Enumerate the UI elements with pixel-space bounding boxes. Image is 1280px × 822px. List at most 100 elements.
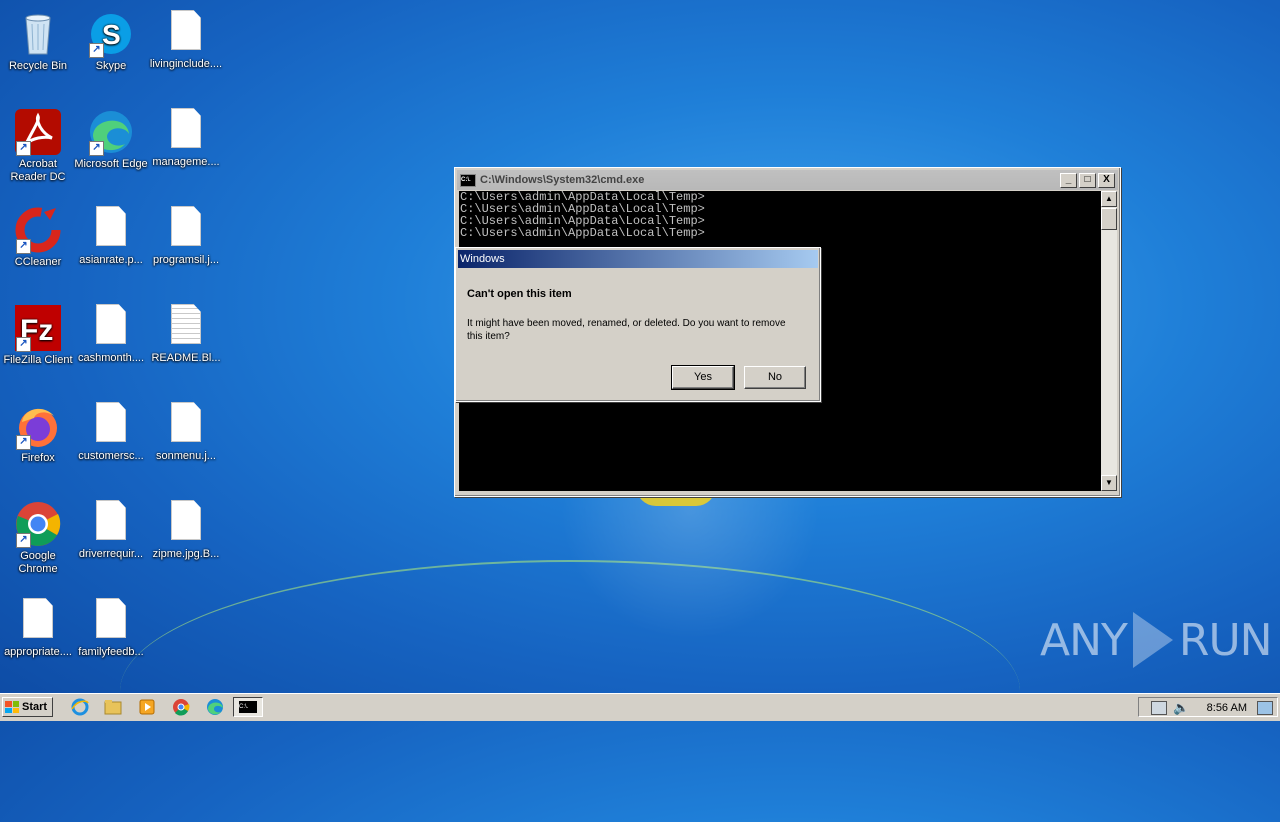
desktop-icon-ccleaner[interactable]: ↗ CCleaner bbox=[0, 202, 76, 294]
acrobat-icon: ↗ bbox=[14, 108, 62, 156]
dialog-heading: Can't open this item bbox=[467, 288, 572, 300]
desktop-icon-label: Skype bbox=[95, 60, 127, 72]
desktop-icon-label: livinginclude.... bbox=[149, 58, 223, 70]
desktop-icon-label: familyfeedb... bbox=[78, 646, 144, 658]
edge-taskbar-icon[interactable] bbox=[206, 698, 224, 716]
desktop-icon-label: Microsoft Edge bbox=[74, 158, 148, 170]
maximize-button[interactable]: □ bbox=[1079, 172, 1096, 188]
cmd-taskbar-icon: C:\. bbox=[239, 701, 257, 713]
desktop-icon-file[interactable]: appropriate.... bbox=[0, 594, 76, 686]
start-button[interactable]: Start bbox=[2, 697, 53, 717]
scroll-up-icon[interactable]: ▲ bbox=[1101, 191, 1117, 207]
file-icon bbox=[171, 108, 201, 148]
minimize-button[interactable]: _ bbox=[1060, 172, 1077, 188]
firefox-icon: ↗ bbox=[14, 402, 62, 450]
edge-icon: ↗ bbox=[87, 108, 135, 156]
network-icon[interactable] bbox=[1151, 701, 1167, 715]
desktop-icon-chrome[interactable]: ↗ Google Chrome bbox=[0, 496, 76, 588]
ccleaner-icon: ↗ bbox=[14, 206, 62, 254]
desktop-icon-label: zipme.jpg.B... bbox=[152, 548, 220, 560]
dialog-message: It might have been moved, renamed, or de… bbox=[467, 318, 786, 342]
shortcut-arrow-icon: ↗ bbox=[89, 43, 104, 58]
desktop-icon-label: CCleaner bbox=[14, 256, 62, 268]
file-icon bbox=[96, 598, 126, 638]
desktop-icon-file[interactable]: cashmonth.... bbox=[73, 300, 149, 392]
desktop-icon-firefox[interactable]: ↗ Firefox bbox=[0, 398, 76, 490]
file-icon bbox=[171, 500, 201, 540]
desktop-icon-label: Firefox bbox=[21, 452, 55, 464]
shortcut-arrow-icon: ↗ bbox=[16, 141, 31, 156]
desktop-icon-file[interactable]: zipme.jpg.B... bbox=[148, 496, 224, 588]
shortcut-arrow-icon: ↗ bbox=[89, 141, 104, 156]
shortcut-arrow-icon: ↗ bbox=[16, 435, 31, 450]
desktop-icon-edge[interactable]: ↗ Microsoft Edge bbox=[73, 104, 149, 196]
clock[interactable]: 8:56 AM bbox=[1207, 698, 1247, 718]
system-tray: 🔈 8:56 AM bbox=[1138, 697, 1278, 717]
desktop-icon-file[interactable]: asianrate.p... bbox=[73, 202, 149, 294]
desktop-icon-file[interactable]: sonmenu.j... bbox=[148, 398, 224, 490]
shortcut-arrow-icon: ↗ bbox=[16, 337, 31, 352]
desktop-icon-file[interactable]: livinginclude.... bbox=[148, 6, 224, 98]
file-icon bbox=[23, 598, 53, 638]
file-icon bbox=[96, 500, 126, 540]
filezilla-icon: Fz ↗ bbox=[14, 304, 62, 352]
desktop-icon-file[interactable]: programsil.j... bbox=[148, 202, 224, 294]
desktop-icon-label: Google Chrome bbox=[18, 550, 58, 575]
desktop-icon-label: Acrobat Reader DC bbox=[10, 158, 66, 183]
skype-icon: S ↗ bbox=[87, 10, 135, 58]
desktop-icon-readme[interactable]: README.Bl... bbox=[148, 300, 224, 392]
desktop-icon-acrobat[interactable]: ↗ Acrobat Reader DC bbox=[0, 104, 76, 196]
file-icon bbox=[96, 206, 126, 246]
media-player-icon[interactable] bbox=[138, 698, 156, 716]
desktop-icon-filezilla[interactable]: Fz ↗ FileZilla Client bbox=[0, 300, 76, 392]
cmd-title: C:\Windows\System32\cmd.exe bbox=[480, 174, 645, 186]
wallpaper-swoosh bbox=[120, 560, 1020, 822]
desktop-icon-label: FileZilla Client bbox=[3, 354, 73, 366]
desktop-icon-label: cashmonth.... bbox=[77, 352, 145, 364]
chrome-icon: ↗ bbox=[14, 500, 62, 548]
file-icon bbox=[171, 402, 201, 442]
watermark-left: ANY bbox=[1040, 614, 1128, 666]
shortcut-arrow-icon: ↗ bbox=[16, 239, 31, 254]
no-button[interactable]: No bbox=[744, 366, 806, 389]
file-icon bbox=[96, 402, 126, 442]
scroll-down-icon[interactable]: ▼ bbox=[1101, 475, 1117, 491]
file-icon bbox=[171, 10, 201, 50]
file-explorer-icon[interactable] bbox=[104, 698, 122, 716]
internet-explorer-icon[interactable] bbox=[71, 698, 89, 716]
dialog-titlebar[interactable]: Windows bbox=[458, 250, 818, 268]
desktop-icon-file[interactable]: driverrequir... bbox=[73, 496, 149, 588]
desktop-icon-label: README.Bl... bbox=[151, 352, 221, 364]
desktop-icon-label: sonmenu.j... bbox=[156, 450, 216, 462]
desktop-icon-label: customersc... bbox=[78, 450, 144, 462]
error-dialog[interactable]: Windows Can't open this item It might ha… bbox=[455, 247, 821, 402]
desktop-icon-skype[interactable]: S ↗ Skype bbox=[73, 6, 149, 98]
desktop-icon-label: manageme.... bbox=[152, 156, 220, 168]
cmd-titlebar[interactable]: C:\. C:\Windows\System32\cmd.exe _ □ X bbox=[457, 170, 1118, 190]
svg-text:S: S bbox=[102, 19, 121, 50]
show-desktop-icon[interactable] bbox=[1257, 701, 1273, 715]
scroll-thumb[interactable] bbox=[1101, 208, 1117, 230]
cmd-scrollbar[interactable]: ▲ ▼ bbox=[1101, 191, 1117, 491]
taskbar-cmd-button[interactable]: C:\. bbox=[233, 697, 263, 717]
chrome-taskbar-icon[interactable] bbox=[172, 698, 190, 716]
text-file-icon bbox=[171, 304, 201, 344]
desktop-icon-file[interactable]: familyfeedb... bbox=[73, 594, 149, 686]
file-icon bbox=[171, 206, 201, 246]
desktop-icon-file[interactable]: customersc... bbox=[73, 398, 149, 490]
desktop-icon-file[interactable]: manageme.... bbox=[148, 104, 224, 196]
desktop-icon-recycle-bin[interactable]: Recycle Bin bbox=[0, 6, 76, 98]
play-icon bbox=[1132, 612, 1173, 668]
desktop-icon-label: appropriate.... bbox=[4, 646, 72, 658]
close-button[interactable]: X bbox=[1098, 172, 1115, 188]
volume-icon[interactable]: 🔈 bbox=[1173, 698, 1189, 718]
cmd-icon: C:\. bbox=[460, 173, 476, 187]
desktop-icon-label: asianrate.p... bbox=[79, 254, 143, 266]
watermark-right: RUN bbox=[1178, 614, 1273, 666]
start-label: Start bbox=[22, 701, 48, 713]
shortcut-arrow-icon: ↗ bbox=[16, 533, 31, 548]
file-icon bbox=[96, 304, 126, 344]
yes-button[interactable]: Yes bbox=[671, 365, 735, 390]
desktop-icon-label: programsil.j... bbox=[152, 254, 220, 266]
recycle-bin-icon bbox=[14, 10, 62, 58]
